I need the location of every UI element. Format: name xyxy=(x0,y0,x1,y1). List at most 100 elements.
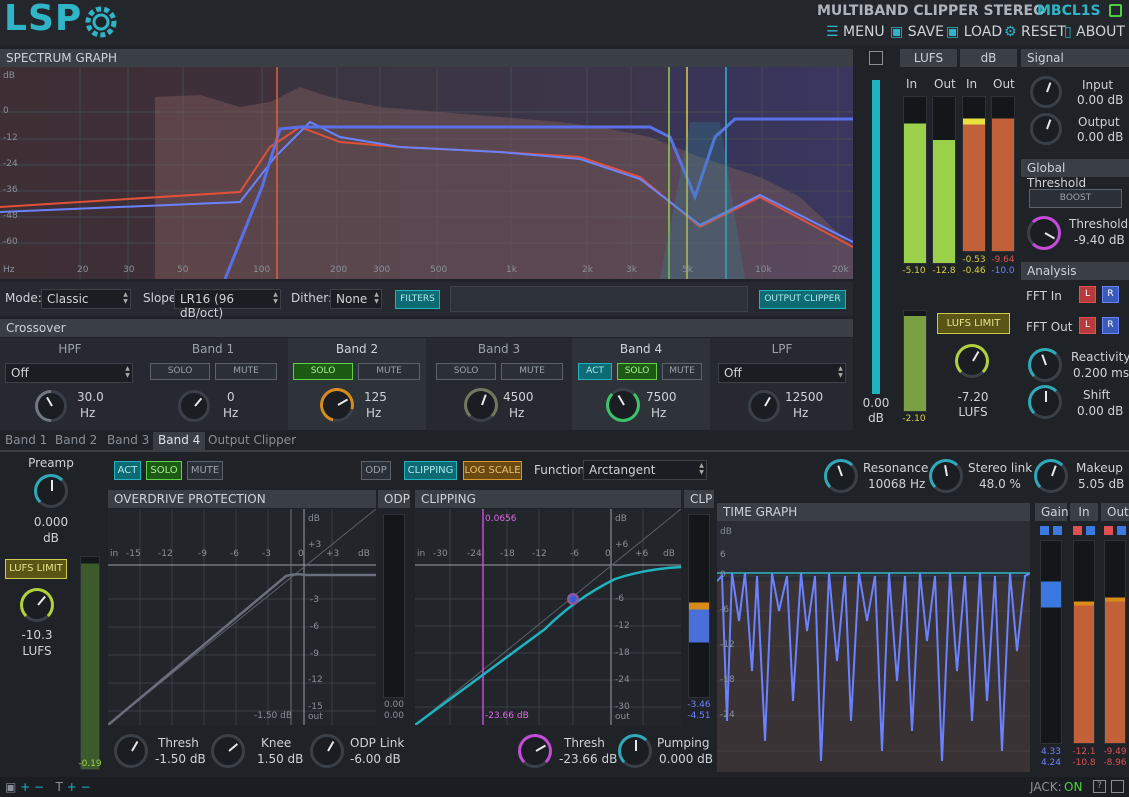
in-l-toggle[interactable] xyxy=(1073,526,1082,535)
band3-label: Band 3 xyxy=(477,342,521,356)
fft-out-r-button[interactable]: R xyxy=(1102,317,1119,334)
clip-threshold-marker: -23.66 dB xyxy=(485,711,529,721)
dither-select[interactable]: None xyxy=(330,289,382,309)
freq-tick: 20 xyxy=(77,265,89,275)
clipping-graph[interactable]: 0.0656 in -30 -24 -18 -12 -6 0 +6 dB dB … xyxy=(414,508,682,727)
band1-knob[interactable] xyxy=(178,390,210,422)
log-scale-button[interactable]: LOG SCALE xyxy=(463,461,522,480)
tab-band-2[interactable]: Band 2 xyxy=(50,432,102,450)
band-solo-button[interactable]: SOLO xyxy=(146,461,182,480)
mode-select[interactable]: Classic xyxy=(41,289,131,309)
spectrum-graph-header: SPECTRUM GRAPH xyxy=(0,49,853,67)
zoom-controls[interactable]: ▣ + − T + − xyxy=(5,780,115,794)
fft-in-r-button[interactable]: R xyxy=(1102,286,1119,303)
help-icon[interactable]: ? xyxy=(1093,780,1106,793)
band-mute-button[interactable]: MUTE xyxy=(187,461,223,480)
clip-x-tick: -18 xyxy=(500,549,515,559)
about-button[interactable]: ▯ ABOUT xyxy=(1064,24,1125,40)
clip-thresh-knob[interactable] xyxy=(518,734,552,768)
knee-knob[interactable] xyxy=(211,734,245,768)
resize-icon[interactable] xyxy=(1111,780,1124,793)
boost-button[interactable]: BOOST xyxy=(1029,189,1122,208)
hpf-knob[interactable] xyxy=(28,383,74,429)
gain-r-toggle[interactable] xyxy=(1053,526,1062,535)
preamp-knob[interactable] xyxy=(34,474,68,508)
band2-value: 125 xyxy=(364,390,387,404)
clipping-graph-header: CLIPPING xyxy=(415,490,681,508)
odp-link-knob[interactable] xyxy=(310,734,344,768)
lufs-limit-button[interactable]: LUFS LIMIT xyxy=(937,313,1010,334)
stereo-link-knob[interactable] xyxy=(929,459,963,493)
load-button[interactable]: ▣ LOAD xyxy=(946,24,1002,40)
band2-solo-button[interactable]: SOLO xyxy=(293,363,353,380)
db-tick: -60 xyxy=(3,237,18,247)
freq-tick: 500 xyxy=(430,265,448,275)
band2-knob[interactable] xyxy=(313,381,361,429)
band4-knob[interactable] xyxy=(606,388,640,422)
band-lufs-limit-button[interactable]: LUFS LIMIT xyxy=(5,559,67,579)
tab-band-4[interactable]: Band 4 xyxy=(153,432,206,450)
band-act-button[interactable]: ACT xyxy=(114,461,141,480)
band4-solo-button[interactable]: SOLO xyxy=(617,363,657,380)
spectrum-graph[interactable]: dB 0 -12 -24 -36 -48 -60 Hz 20 30 50 100… xyxy=(0,67,853,279)
odp-x-tick: -12 xyxy=(158,549,173,559)
lpf-select[interactable]: Off xyxy=(718,363,846,383)
input-knob[interactable] xyxy=(1030,76,1062,108)
band2-mute-button[interactable]: MUTE xyxy=(358,363,420,380)
resonance-knob[interactable] xyxy=(824,459,858,493)
band-lufs-meter xyxy=(80,556,100,770)
master-fader[interactable] xyxy=(872,80,880,394)
pumping-knob[interactable] xyxy=(618,734,652,768)
tab-band-1[interactable]: Band 1 xyxy=(0,432,52,450)
gain-l-toggle[interactable] xyxy=(1040,526,1049,535)
odp-y-tick: -3 xyxy=(310,595,319,605)
fft-out-l-button[interactable]: L xyxy=(1079,317,1096,334)
makeup-knob[interactable] xyxy=(1034,459,1068,493)
clip-thresh-label: Thresh xyxy=(564,736,605,750)
in-r-toggle[interactable] xyxy=(1086,526,1095,535)
shift-knob[interactable] xyxy=(1028,385,1062,419)
band3-knob[interactable] xyxy=(464,388,498,422)
power-icon[interactable] xyxy=(1109,4,1122,17)
out-r-toggle[interactable] xyxy=(1117,526,1126,535)
gain-meter xyxy=(1040,540,1062,744)
odp-graph[interactable]: in -15 -12 -9 -6 -3 0 +3 dB dB +3 -3 -6 … xyxy=(107,508,377,726)
clipping-button[interactable]: CLIPPING xyxy=(404,461,457,480)
threshold-knob[interactable] xyxy=(1027,216,1061,250)
lufs-limit-knob[interactable] xyxy=(955,344,989,378)
band4-mute-button[interactable]: MUTE xyxy=(662,363,702,380)
odp-x-tick: -6 xyxy=(230,549,239,559)
zoom-icon[interactable] xyxy=(869,51,883,65)
fft-in-l-button[interactable]: L xyxy=(1079,286,1096,303)
odp-x-tick: +3 xyxy=(326,549,340,559)
function-select[interactable]: Arctangent xyxy=(583,460,707,480)
clip-x-tick: -6 xyxy=(570,549,579,559)
odp-button[interactable]: ODP xyxy=(361,461,391,480)
out-l-toggle[interactable] xyxy=(1104,526,1113,535)
odp-thresh-knob[interactable] xyxy=(114,734,148,768)
odp-link-label: ODP Link xyxy=(350,736,405,750)
reset-button[interactable]: ⚙ RESET xyxy=(1004,24,1066,40)
time-graph[interactable]: dB 6 0 -6 -12 -18 -24 xyxy=(717,521,1030,772)
band1-mute-button[interactable]: MUTE xyxy=(215,363,277,380)
hpf-select[interactable]: Off xyxy=(5,363,133,383)
output-knob[interactable] xyxy=(1030,113,1062,145)
clip-thresh-value: -23.66 dB xyxy=(559,752,618,766)
slope-select[interactable]: LR16 (96 dB/oct) xyxy=(174,289,281,320)
menu-button[interactable]: ☰ MENU xyxy=(826,24,885,40)
filters-button[interactable]: FILTERS xyxy=(395,290,440,309)
freq-tick: 1k xyxy=(506,265,517,275)
band4-act-button[interactable]: ACT xyxy=(578,363,612,380)
band-lufs-knob[interactable] xyxy=(20,588,54,622)
band1-solo-button[interactable]: SOLO xyxy=(150,363,210,380)
reactivity-knob[interactable] xyxy=(1028,348,1062,382)
save-button[interactable]: ▣ SAVE xyxy=(890,24,944,40)
lpf-knob[interactable] xyxy=(748,390,780,422)
tab-band-3[interactable]: Band 3 xyxy=(102,432,154,450)
lufs-out-label: Out xyxy=(934,77,956,91)
band3-mute-button[interactable]: MUTE xyxy=(501,363,563,380)
band3-solo-button[interactable]: SOLO xyxy=(436,363,496,380)
tab-output-clipper[interactable]: Output Clipper xyxy=(203,432,301,450)
db-out-meter xyxy=(991,96,1015,252)
output-clipper-button[interactable]: OUTPUT CLIPPER xyxy=(759,290,846,309)
